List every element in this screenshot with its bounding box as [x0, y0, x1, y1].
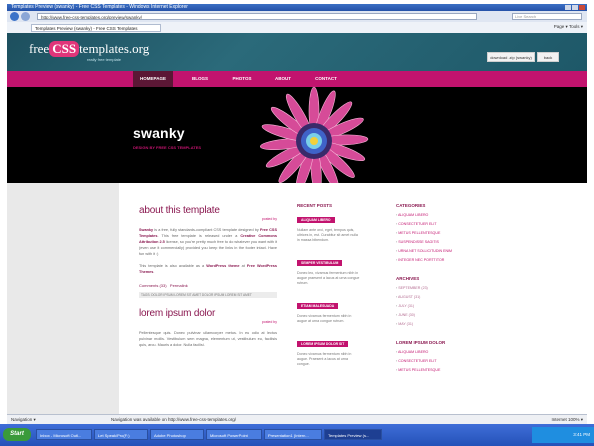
link-wordpress-theme[interactable]: WordPress theme	[206, 264, 239, 268]
recent-post-text: Nullam ante orci, eget, tempus quis, ult…	[297, 228, 358, 242]
web-page: free CSS templates.org really free templat…	[7, 33, 587, 414]
download-button[interactable]: download .zip (swanky)	[487, 52, 535, 62]
lorem-link[interactable]: ALIQUAM LIBERO	[396, 350, 466, 354]
post-title-lorem[interactable]: lorem ipsum dolor	[139, 308, 277, 319]
recent-post-label[interactable]: SEMPER VESTIBULUM	[297, 260, 343, 266]
category-link[interactable]: ALIQUAM LIBERO	[396, 213, 466, 217]
recent-post-text: Donec leo, vivamus fermentum nibh in aug…	[297, 271, 360, 285]
lorem-link[interactable]: CONSECTETUER ELIT	[396, 359, 466, 363]
taskbar: Start Inbox - Microsoft Outl... Let Spea…	[0, 424, 594, 446]
taskbar-item[interactable]: Presentation1 (Intern...	[264, 429, 322, 440]
window-title: Templates Preview (swanky) - Free CSS Te…	[11, 4, 188, 10]
lorem-heading: LOREM IPSUM DOLOR	[396, 340, 446, 345]
recent-posts-heading: RECENT POSTS	[297, 203, 333, 208]
window-titlebar: Templates Preview (swanky) - Free CSS Te…	[7, 4, 587, 11]
site-header: free CSS templates.org really free templat…	[7, 33, 587, 71]
recent-post-label[interactable]: ETIAM MALESUADA	[297, 303, 339, 309]
taskbar-item[interactable]: Adobe Photoshop	[150, 429, 204, 440]
recent-posts: RECENT POSTS ALIQUAM LIBERO Nullam ante …	[297, 203, 361, 367]
menu-homepage[interactable]: HOMEPAGE	[133, 71, 173, 87]
recent-post-text: Donec vivamus fermentum nibh in augue. P…	[297, 352, 352, 366]
archive-link[interactable]: AUGUST (31)	[396, 295, 466, 299]
status-left[interactable]: Navigation ▾	[11, 417, 36, 423]
search-input[interactable]: Live Search	[512, 13, 582, 20]
text-swanky: Swanky	[139, 228, 154, 232]
site-logo[interactable]: free CSS templates.org	[29, 41, 149, 57]
status-message: Navigation was available on http://www.f…	[111, 417, 237, 422]
recent-post-label[interactable]: ALIQUAM LIBERO	[297, 217, 335, 223]
archive-link[interactable]: SEPTEMBER (23)	[396, 286, 466, 290]
post-paragraph: Pellentesque quis. Donec pulvinar ullamc…	[139, 331, 277, 347]
post-byline: posted by	[261, 320, 277, 324]
address-input[interactable]: http://www.free-css-templates.org/previe…	[37, 13, 477, 20]
start-button[interactable]: Start	[3, 428, 31, 441]
post-meta: Comments (33) Permalink	[139, 283, 277, 288]
right-sidebar: CATEGORIES ALIQUAM LIBERO CONSECTETUER E…	[396, 203, 466, 372]
site-title: swanky	[133, 125, 185, 141]
text: is a free, fully standards-compliant CSS…	[153, 228, 260, 232]
recent-post-text: Donec vivamus fermentum nibh in augue at…	[297, 314, 352, 323]
post-paragraph: This template is also available as a Wor…	[139, 263, 277, 275]
archive-link[interactable]: JULY (31)	[396, 304, 466, 308]
banner: swanky DESIGN BY FREE CSS TEMPLATES	[7, 86, 587, 187]
back-button[interactable]: back	[537, 52, 559, 62]
permalink-link[interactable]: Permalink	[170, 283, 188, 288]
text: .	[153, 270, 155, 274]
forward-arrow-icon[interactable]	[21, 12, 30, 21]
comments-link[interactable]: Comments (33)	[139, 283, 167, 288]
taskbar-item[interactable]: Microsoft PowerPoint	[206, 429, 262, 440]
category-link[interactable]: CONSECTETUER ELIT	[396, 222, 466, 226]
archives-heading: ARCHIVES	[396, 276, 420, 281]
lorem-link[interactable]: METUS PELLENTESQUE	[396, 368, 466, 372]
post-paragraph: Swanky is a free, fully standards-compli…	[139, 227, 277, 257]
category-link[interactable]: SUSPENDISSE SAGITIS	[396, 240, 466, 244]
text: This template is also available as a	[139, 264, 207, 268]
taskbar-item[interactable]: Inbox - Microsoft Outl...	[36, 429, 92, 440]
system-tray[interactable]: 3:41 PM	[532, 427, 594, 443]
categories-heading: CATEGORIES	[396, 203, 426, 208]
tab-templates-preview[interactable]: Templates Preview (swanky) - Free CSS Te…	[31, 24, 161, 32]
category-link[interactable]: METUS PELLENTESQUE	[396, 231, 466, 235]
maximize-button[interactable]	[572, 5, 578, 10]
recent-post-label[interactable]: LOREM IPSUM DOLOR SIT	[297, 341, 349, 347]
archive-link[interactable]: JUNE (30)	[396, 313, 466, 317]
site-tagline: really free template	[87, 57, 122, 62]
taskbar-item[interactable]: Let Speak/Pro(F:)	[94, 429, 148, 440]
logo-templates: templates.org	[79, 41, 150, 56]
zoom-level[interactable]: Internet 100% ▾	[551, 417, 583, 423]
site-subtitle: DESIGN BY FREE CSS TEMPLATES	[133, 145, 202, 150]
main-column: about this template posted by Swanky is …	[139, 205, 277, 348]
screen: Templates Preview (swanky) - Free CSS Te…	[0, 0, 594, 446]
menu-blogs[interactable]: BLOGS	[185, 71, 215, 87]
back-arrow-icon[interactable]	[10, 12, 19, 21]
logo-free: free	[29, 41, 50, 56]
tags-bar: TAGS: DOLOR IPSUM LOREM SIT AMET DOLOR I…	[139, 292, 277, 298]
logo-css: CSS	[49, 41, 80, 57]
text: . This free template is released under a	[157, 234, 241, 238]
window-controls	[565, 5, 585, 10]
category-link[interactable]: URNA NET SOLLICITUDIN ENIM	[396, 249, 466, 253]
close-button[interactable]	[579, 5, 585, 10]
text: at	[239, 264, 247, 268]
taskbar-item-active[interactable]: Templates Preview (s...	[324, 429, 382, 440]
post-title-about[interactable]: about this template	[139, 205, 277, 216]
minimize-button[interactable]	[565, 5, 571, 10]
content-area: about this template posted by Swanky is …	[119, 183, 587, 414]
post-byline: posted by	[261, 217, 277, 221]
flower-image	[259, 86, 369, 187]
command-bar[interactable]: Page ▾ Tools ▾	[554, 24, 583, 30]
